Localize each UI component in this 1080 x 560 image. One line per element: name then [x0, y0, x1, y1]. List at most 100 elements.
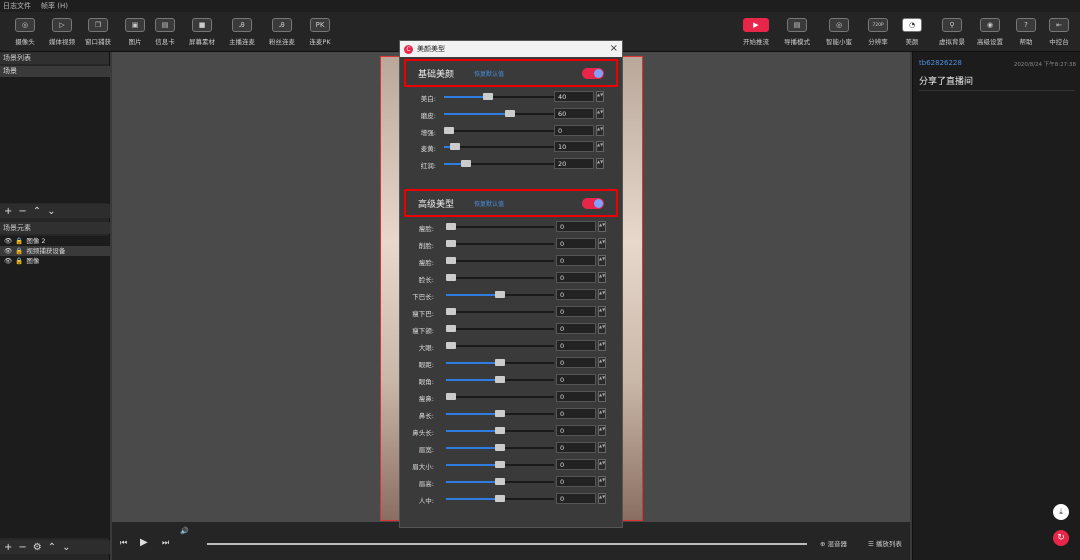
menu-log[interactable]: 日志文件 — [3, 1, 31, 11]
toolbar-8-button[interactable]: PK 连麦PK — [298, 18, 342, 46]
spinner-icon[interactable]: ▲▼ — [598, 493, 606, 504]
download-icon[interactable]: ⤓ — [1053, 504, 1069, 520]
slider-handle[interactable] — [495, 461, 505, 468]
value-input[interactable]: 0 — [556, 357, 596, 368]
slider-handle[interactable] — [444, 126, 454, 134]
value-input[interactable]: 0 — [556, 323, 596, 334]
spinner-icon[interactable]: ▲▼ — [598, 272, 606, 283]
slider-track[interactable] — [446, 359, 554, 366]
basic-toggle[interactable] — [582, 68, 604, 79]
spinner-icon[interactable]: ▲▼ — [596, 91, 604, 102]
spinner-icon[interactable]: ▲▼ — [598, 357, 606, 368]
slider-track[interactable] — [446, 308, 554, 315]
slider-track[interactable] — [444, 126, 554, 134]
up-icon[interactable]: ⌃ — [33, 206, 41, 217]
slider-handle[interactable] — [446, 308, 456, 315]
value-input[interactable]: 20 — [554, 158, 594, 170]
slider-handle[interactable] — [446, 274, 456, 281]
toolbar-right-8-button[interactable]: ⇤ 中控台 — [1037, 18, 1080, 46]
refresh-icon[interactable]: ↻ — [1053, 530, 1069, 546]
spinner-icon[interactable]: ▲▼ — [598, 255, 606, 266]
slider-handle[interactable] — [483, 93, 493, 100]
toolbar-6-button[interactable]: Ꭿ 主播连麦 — [220, 18, 264, 46]
slider-handle[interactable] — [446, 393, 456, 400]
down-icon[interactable]: ⌄ — [62, 542, 70, 553]
spinner-icon[interactable]: ▲▼ — [598, 238, 606, 249]
eye-icon[interactable]: 👁 — [4, 236, 12, 246]
value-input[interactable]: 0 — [556, 221, 596, 232]
slider-track[interactable] — [446, 325, 554, 332]
eye-icon[interactable]: 👁 — [4, 246, 12, 256]
slider-track[interactable] — [446, 376, 554, 383]
slider-track[interactable] — [446, 461, 554, 468]
value-input[interactable]: 40 — [554, 91, 594, 102]
slider-handle[interactable] — [495, 427, 505, 434]
prev-icon[interactable]: ⏮ — [120, 538, 127, 548]
remove-icon[interactable]: − — [18, 542, 26, 553]
slider-track[interactable] — [444, 109, 554, 117]
progress-track[interactable] — [207, 543, 807, 545]
slider-track[interactable] — [446, 342, 554, 349]
toolbar-right-1-button[interactable]: ▤ 导播模式 — [775, 18, 819, 46]
playlist-button[interactable]: ☰ 播放列表 — [868, 538, 902, 548]
toolbar-5-button[interactable]: ■ 屏幕素材 — [180, 18, 224, 46]
value-input[interactable]: 0 — [556, 340, 596, 351]
spinner-icon[interactable]: ▲▼ — [598, 289, 606, 300]
scene-item[interactable]: 场景 — [0, 66, 110, 77]
spinner-icon[interactable]: ▲▼ — [598, 459, 606, 470]
value-input[interactable]: 0 — [556, 289, 596, 300]
reset-link[interactable]: 恢复默认值 — [474, 199, 504, 208]
value-input[interactable]: 60 — [554, 107, 594, 119]
slider-track[interactable] — [446, 393, 554, 400]
value-input[interactable]: 0 — [556, 306, 596, 317]
toolbar-right-0-button[interactable]: ▶ 开始推流 — [734, 18, 778, 46]
spinner-icon[interactable]: ▲▼ — [598, 442, 606, 453]
slider-handle[interactable] — [495, 478, 505, 485]
spinner-icon[interactable]: ▲▼ — [598, 408, 606, 419]
lock-icon[interactable]: 🔒 — [15, 236, 23, 246]
slider-track[interactable] — [446, 478, 554, 485]
slider-handle[interactable] — [505, 109, 515, 117]
slider-track[interactable] — [446, 223, 554, 230]
slider-handle[interactable] — [495, 291, 505, 298]
value-input[interactable]: 10 — [554, 141, 594, 153]
spinner-icon[interactable]: ▲▼ — [598, 425, 606, 436]
menu-framerate[interactable]: 帧率 (H) — [41, 1, 68, 11]
close-icon[interactable]: × — [610, 43, 618, 54]
add-icon[interactable]: + — [4, 206, 12, 217]
remove-icon[interactable]: − — [18, 206, 26, 217]
spinner-icon[interactable]: ▲▼ — [598, 374, 606, 385]
chat-user[interactable]: tb62826228 — [919, 59, 962, 67]
slider-track[interactable] — [444, 143, 554, 151]
spinner-icon[interactable]: ▲▼ — [598, 306, 606, 317]
spinner-icon[interactable]: ▲▼ — [596, 107, 604, 119]
slider-track[interactable] — [446, 495, 554, 502]
slider-track[interactable] — [446, 257, 554, 264]
toolbar-right-2-button[interactable]: ◎ 智能小蜜 — [817, 18, 861, 46]
reset-link[interactable]: 恢复默认值 — [474, 69, 504, 78]
slider-track[interactable] — [446, 291, 554, 298]
slider-handle[interactable] — [446, 325, 456, 332]
spinner-icon[interactable]: ▲▼ — [598, 391, 606, 402]
advanced-toggle[interactable] — [582, 198, 604, 209]
slider-handle[interactable] — [446, 342, 456, 349]
value-input[interactable]: 0 — [554, 124, 594, 136]
spinner-icon[interactable]: ▲▼ — [598, 340, 606, 351]
slider-handle[interactable] — [495, 410, 505, 417]
mixer-button[interactable]: ⊕ 混音器 — [820, 538, 847, 548]
value-input[interactable]: 0 — [556, 238, 596, 249]
value-input[interactable]: 0 — [556, 255, 596, 266]
slider-handle[interactable] — [446, 257, 456, 264]
slider-track[interactable] — [446, 240, 554, 247]
value-input[interactable]: 0 — [556, 408, 596, 419]
value-input[interactable]: 0 — [556, 272, 596, 283]
source-item[interactable]: 👁 🔒 视频捕获设备 — [0, 246, 110, 256]
spinner-icon[interactable]: ▲▼ — [596, 141, 604, 153]
value-input[interactable]: 0 — [556, 391, 596, 402]
value-input[interactable]: 0 — [556, 442, 596, 453]
slider-track[interactable] — [446, 410, 554, 417]
lock-icon[interactable]: 🔒 — [15, 256, 23, 266]
up-icon[interactable]: ⌃ — [48, 542, 56, 553]
source-item[interactable]: 👁 🔒 图像 — [0, 256, 110, 266]
slider-handle[interactable] — [446, 223, 456, 230]
